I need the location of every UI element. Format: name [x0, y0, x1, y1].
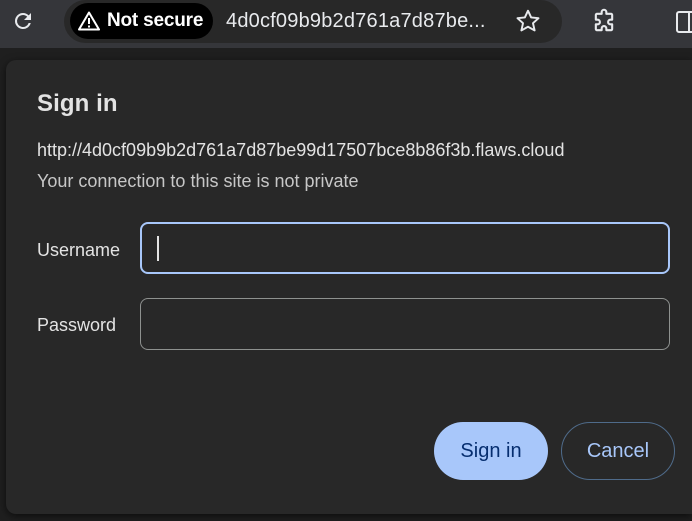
- dialog-title: Sign in: [37, 90, 118, 117]
- bookmark-star-icon[interactable]: [514, 7, 542, 35]
- url-text[interactable]: 4d0cf09b9b2d761a7d87be...: [226, 10, 486, 33]
- sign-in-dialog: Sign in http://4d0cf09b9b2d761a7d87be99d…: [6, 60, 692, 514]
- address-bar[interactable]: Not secure 4d0cf09b9b2d761a7d87be...: [64, 0, 562, 43]
- username-label: Username: [37, 240, 121, 260]
- side-panel-icon[interactable]: [674, 8, 692, 36]
- browser-toolbar: Not secure 4d0cf09b9b2d761a7d87be...: [0, 0, 692, 48]
- extensions-puzzle-icon[interactable]: [588, 6, 620, 38]
- username-input[interactable]: [140, 222, 670, 274]
- reload-icon[interactable]: [6, 4, 40, 38]
- password-input[interactable]: [140, 298, 670, 350]
- browser-window: Not secure 4d0cf09b9b2d761a7d87be... Sig…: [0, 0, 692, 521]
- text-caret: [157, 236, 159, 261]
- password-label: Password: [37, 315, 117, 335]
- security-chip[interactable]: Not secure: [70, 3, 213, 39]
- security-chip-label: Not secure: [107, 10, 204, 31]
- site-origin: http://4d0cf09b9b2d761a7d87be99d17507bce…: [37, 140, 565, 160]
- cancel-button[interactable]: Cancel: [561, 422, 675, 480]
- connection-warning: Your connection to this site is not priv…: [37, 171, 359, 191]
- sign-in-button[interactable]: Sign in: [434, 422, 548, 480]
- warning-triangle-icon: [78, 10, 100, 32]
